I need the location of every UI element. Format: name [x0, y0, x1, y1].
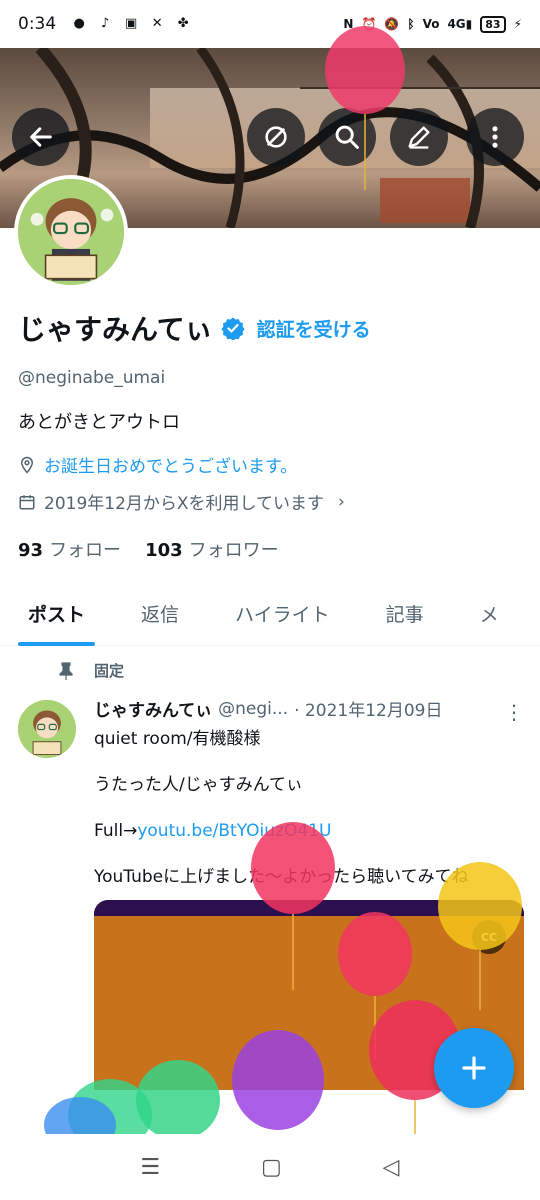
charging-icon: ⚡: [513, 17, 522, 31]
profile-bio: あとがきとアウトロ: [18, 412, 180, 433]
profile-info: じゃすみんてぃ 認証を受ける @neginabe_umai あとがきとアウトロ …: [18, 300, 528, 562]
volte-icon: Vo: [422, 17, 440, 31]
nfc-icon: N: [343, 17, 354, 31]
arrow-left-icon: [30, 127, 52, 147]
profile-tabs: ポスト 返信 ハイライト 記事 メ: [0, 582, 540, 646]
followers-label: フォロワー: [188, 540, 279, 561]
tab-posts[interactable]: ポスト: [0, 582, 113, 646]
pinned-label: 固定: [94, 662, 125, 680]
alarm-icon: ⏰: [361, 17, 377, 31]
system-navigation-bar: ☰ ▢ ◁: [0, 1134, 540, 1200]
more-options-button[interactable]: [466, 108, 524, 166]
status-bar: 0:34 ● ♪ ▣ ✕ ✤ N ⏰ 🔕 ᛒ Vo 4G▮ 83 ⚡: [0, 0, 540, 48]
status-app-icons: ● ♪ ▣ ✕ ✤: [70, 15, 192, 33]
profile-avatar[interactable]: [14, 175, 128, 289]
plus-icon: [462, 1056, 486, 1080]
pin-icon: [59, 661, 73, 680]
tweet-text: quiet room/有機酸様 うたった人/じゃすみんてぃ Full→youtu…: [94, 727, 524, 890]
search-button[interactable]: [318, 108, 376, 166]
avatar-illustration: [18, 700, 76, 758]
avatar-image: [18, 179, 124, 285]
user-handle: @neginabe_umai: [18, 368, 166, 388]
mute-icon: 🔕: [384, 17, 400, 31]
chevron-right-icon: ›: [338, 491, 345, 512]
tab-media[interactable]: メ: [452, 582, 527, 646]
line-app-icon: ●: [73, 16, 85, 31]
followers-link[interactable]: 103 フォロワー: [145, 536, 279, 562]
location-text: お誕生日おめでとうございます。: [44, 457, 298, 477]
status-time: 0:34: [18, 14, 57, 34]
tweet-author-name[interactable]: じゃすみんてぃ: [94, 696, 212, 721]
twitch-app-icon: ▣: [125, 16, 138, 31]
pinned-indicator: 固定: [58, 660, 124, 681]
edit-icon: [408, 126, 430, 149]
grok-button[interactable]: [247, 108, 305, 166]
battery-level: 83: [480, 15, 506, 33]
tweet-more-icon[interactable]: ⋮: [504, 700, 524, 724]
recent-apps-icon[interactable]: ☰: [140, 1155, 160, 1180]
tweet-line: うたった人/じゃすみんてぃ: [94, 775, 303, 795]
following-link[interactable]: 93 フォロー: [18, 536, 121, 562]
followers-count: 103: [145, 540, 183, 561]
tweet-author-avatar[interactable]: [18, 700, 76, 758]
slash-circle-icon: [265, 126, 287, 148]
pinwheel-app-icon: ✤: [177, 16, 189, 31]
x-app-icon: ✕: [151, 16, 163, 31]
compose-post-button[interactable]: [434, 1028, 514, 1108]
bluetooth-icon: ᛒ: [407, 17, 415, 31]
back-nav-icon[interactable]: ◁: [383, 1155, 400, 1180]
tab-replies[interactable]: 返信: [113, 582, 207, 646]
media-top-band: [94, 900, 524, 916]
edit-button[interactable]: [390, 108, 448, 166]
follow-stats: 93 フォロー 103 フォロワー: [18, 536, 528, 562]
tiktok-app-icon: ♪: [101, 16, 110, 31]
tweet-author-handle: @negi...: [218, 698, 289, 719]
more-vertical-icon: [492, 126, 498, 148]
following-label: フォロー: [49, 540, 122, 561]
search-icon: [335, 125, 359, 149]
joined-text: 2019年12月からXを利用しています: [44, 494, 325, 514]
full-prefix: Full→: [94, 821, 138, 841]
get-verified-link[interactable]: 認証を受ける: [257, 315, 371, 342]
following-count: 93: [18, 540, 44, 561]
avatar-illustration: [18, 179, 124, 285]
back-button[interactable]: [12, 108, 70, 166]
tweet-line: quiet room/有機酸様: [94, 729, 261, 749]
tweet-date[interactable]: · 2021年12月09日: [294, 696, 442, 721]
signal-icon: 4G▮: [447, 17, 473, 31]
home-icon[interactable]: ▢: [261, 1155, 282, 1180]
location-row: お誕生日おめでとうございます。: [18, 452, 528, 477]
location-pin-icon: [20, 456, 34, 474]
tweet-link-line: Full→youtu.be/BtYOiuzO41U: [94, 819, 524, 844]
tab-articles[interactable]: 記事: [358, 582, 452, 646]
youtube-link[interactable]: youtu.be/BtYOiuzO41U: [137, 821, 331, 841]
status-indicators: N ⏰ 🔕 ᛒ Vo 4G▮ 83 ⚡: [343, 15, 522, 33]
joined-row[interactable]: 2019年12月からXを利用しています ›: [18, 489, 528, 514]
tab-highlights[interactable]: ハイライト: [207, 582, 358, 646]
tweet-line: YouTubeに上げました〜よかったら聴いてみてね: [94, 867, 469, 887]
calendar-icon: [19, 494, 35, 509]
display-name: じゃすみんてぃ: [18, 313, 213, 346]
display-name-row: じゃすみんてぃ 認証を受ける: [18, 300, 528, 356]
tweet-header: じゃすみんてぃ @negi... · 2021年12月09日: [94, 696, 524, 722]
verified-badge-icon[interactable]: [221, 316, 245, 340]
closed-captions-icon[interactable]: CC: [472, 920, 506, 954]
